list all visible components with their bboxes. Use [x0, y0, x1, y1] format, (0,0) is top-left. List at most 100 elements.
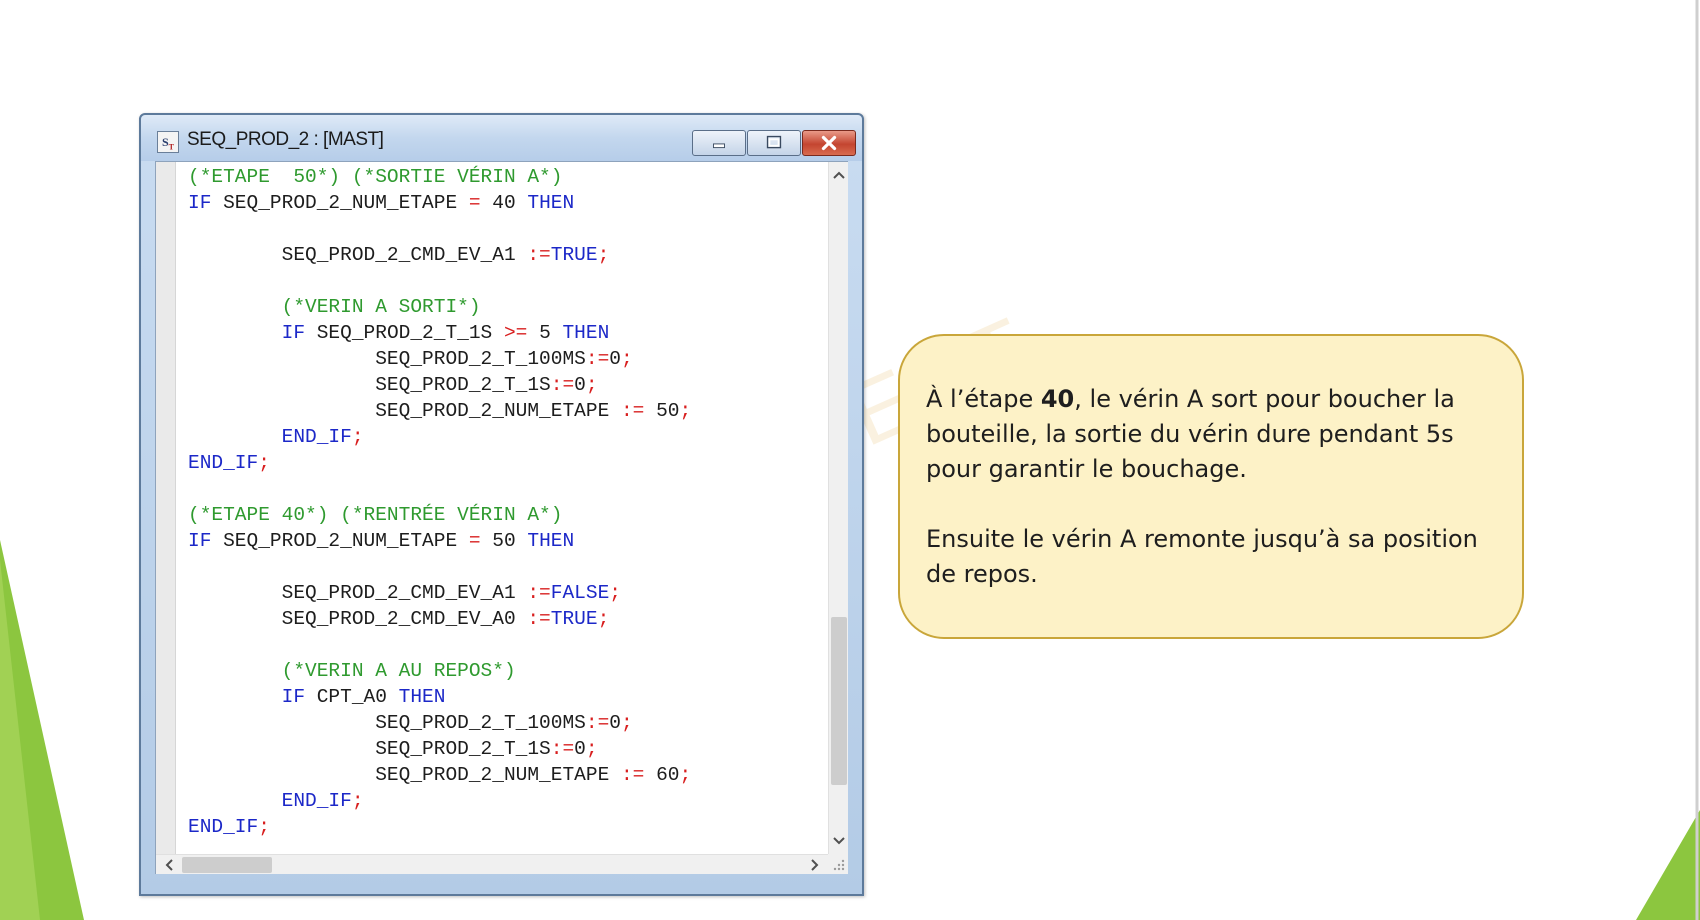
scroll-up-icon[interactable] — [830, 166, 848, 184]
code-line: (*ETAPE 50*) (*SORTIE VÉRIN A*) — [188, 164, 691, 190]
code-token: SEQ_PROD_2_CMD_EV_A1 — [188, 582, 528, 604]
code-operator: = — [468, 192, 481, 214]
scroll-left-icon[interactable] — [160, 856, 178, 874]
close-icon — [821, 135, 837, 151]
code-editor-window[interactable]: ST SEQ_PROD_2 : [MAST] (*ETAPE 50*) (*SO… — [139, 113, 864, 896]
code-keyword: END_IF — [188, 816, 259, 838]
code-operator: ; — [679, 764, 692, 786]
code-token: 0 — [574, 738, 586, 760]
horizontal-scrollbar[interactable] — [156, 854, 828, 874]
code-token: 60 — [644, 764, 680, 786]
code-operator: ; — [585, 738, 598, 760]
code-token: SEQ_PROD_2_NUM_ETAPE — [188, 400, 621, 422]
code-operator: ; — [585, 374, 598, 396]
code-token: SEQ_PROD_2_CMD_EV_A0 — [188, 608, 528, 630]
window-title: SEQ_PROD_2 : [MAST] — [187, 129, 384, 150]
code-line: IF SEQ_PROD_2_NUM_ETAPE = 50 THEN — [188, 528, 691, 554]
code-line: (*ETAPE 40*) (*RENTRÉE VÉRIN A*) — [188, 502, 691, 528]
code-keyword: FALSE — [550, 582, 610, 604]
code-token: SEQ_PROD_2_T_100MS — [188, 712, 586, 734]
code-line: IF SEQ_PROD_2_T_1S >= 5 THEN — [188, 320, 691, 346]
code-line: END_IF; — [188, 450, 691, 476]
code-keyword: THEN — [527, 530, 575, 552]
code-operator: ; — [351, 426, 364, 448]
code-token: SEQ_PROD_2_T_1S — [188, 738, 551, 760]
code-line: END_IF; — [188, 424, 691, 450]
minimize-icon — [713, 143, 725, 149]
code-token: CPT_A0 — [305, 686, 399, 708]
explanation-callout: À l’étape 40, le vérin A sort pour bouch… — [898, 334, 1524, 639]
code-operator: := — [620, 764, 645, 786]
scroll-down-icon[interactable] — [830, 832, 848, 850]
code-line: (*VERIN A AU REPOS*) — [188, 658, 691, 684]
code-operator: := — [585, 712, 610, 734]
code-keyword: TRUE — [550, 608, 598, 630]
scroll-right-icon[interactable] — [806, 856, 824, 874]
code-line: END_IF; — [188, 814, 691, 840]
code-operator: := — [585, 348, 610, 370]
code-keyword: TRUE — [550, 244, 598, 266]
code-operator: := — [620, 400, 645, 422]
editor-gutter — [156, 162, 176, 854]
code-comment: (*VERIN A AU REPOS*) — [188, 660, 516, 682]
code-keyword: IF — [188, 192, 212, 214]
code-operator: ; — [351, 790, 364, 812]
resize-grip-icon — [833, 859, 845, 871]
code-text[interactable]: (*ETAPE 50*) (*SORTIE VÉRIN A*) IF SEQ_PR… — [188, 164, 691, 840]
code-token: SEQ_PROD_2_T_1S — [305, 322, 504, 344]
code-token: SEQ_PROD_2_T_1S — [188, 374, 551, 396]
code-operator: := — [527, 244, 551, 266]
minimize-button[interactable] — [692, 130, 746, 156]
code-keyword: IF — [281, 322, 306, 344]
structured-text-icon: ST — [157, 131, 179, 153]
code-token: SEQ_PROD_2_T_100MS — [188, 348, 586, 370]
code-token: 50 — [480, 530, 528, 552]
close-button[interactable] — [802, 130, 856, 156]
code-operator: ; — [258, 452, 270, 474]
code-operator: ; — [258, 816, 270, 838]
code-operator: ; — [620, 348, 633, 370]
code-token: 5 — [527, 322, 563, 344]
code-operator: ; — [609, 582, 621, 604]
vertical-scroll-thumb[interactable] — [831, 617, 847, 785]
code-operator: ; — [620, 712, 633, 734]
code-line: SEQ_PROD_2_CMD_EV_A1 :=TRUE; — [188, 242, 691, 268]
resize-grip[interactable] — [828, 854, 848, 874]
vertical-scrollbar[interactable] — [828, 162, 848, 854]
code-keyword: END_IF — [188, 426, 352, 448]
code-line: SEQ_PROD_2_NUM_ETAPE := 60; — [188, 762, 691, 788]
code-operator: := — [527, 582, 551, 604]
maximize-button[interactable] — [747, 130, 801, 156]
callout-paragraph-2: Ensuite le vérin A remonte jusqu’à sa po… — [926, 525, 1478, 588]
horizontal-scroll-thumb[interactable] — [182, 857, 272, 873]
code-line: END_IF; — [188, 788, 691, 814]
code-token: SEQ_PROD_2_NUM_ETAPE — [211, 530, 469, 552]
code-line: IF CPT_A0 THEN — [188, 684, 691, 710]
code-line: SEQ_PROD_2_T_100MS:=0; — [188, 346, 691, 372]
title-bar[interactable]: ST SEQ_PROD_2 : [MAST] — [141, 115, 862, 161]
code-token: SEQ_PROD_2_CMD_EV_A1 — [188, 244, 528, 266]
code-comment: (*ETAPE 40*) (*RENTRÉE VÉRIN A*) — [188, 504, 563, 526]
code-keyword: THEN — [527, 192, 575, 214]
code-keyword: IF — [281, 686, 306, 708]
code-line: (*VERIN A SORTI*) — [188, 294, 691, 320]
code-operator: := — [527, 608, 551, 630]
code-line: SEQ_PROD_2_T_100MS:=0; — [188, 710, 691, 736]
code-keyword: IF — [188, 530, 212, 552]
code-editor[interactable]: (*ETAPE 50*) (*SORTIE VÉRIN A*) IF SEQ_PR… — [155, 161, 848, 874]
code-operator: ; — [597, 244, 610, 266]
code-keyword: END_IF — [188, 790, 352, 812]
code-operator: = — [468, 530, 481, 552]
maximize-icon — [766, 135, 782, 149]
code-operator: ; — [597, 608, 610, 630]
code-operator: >= — [503, 322, 528, 344]
code-keyword: THEN — [398, 686, 446, 708]
code-token: SEQ_PROD_2_NUM_ETAPE — [188, 764, 621, 786]
